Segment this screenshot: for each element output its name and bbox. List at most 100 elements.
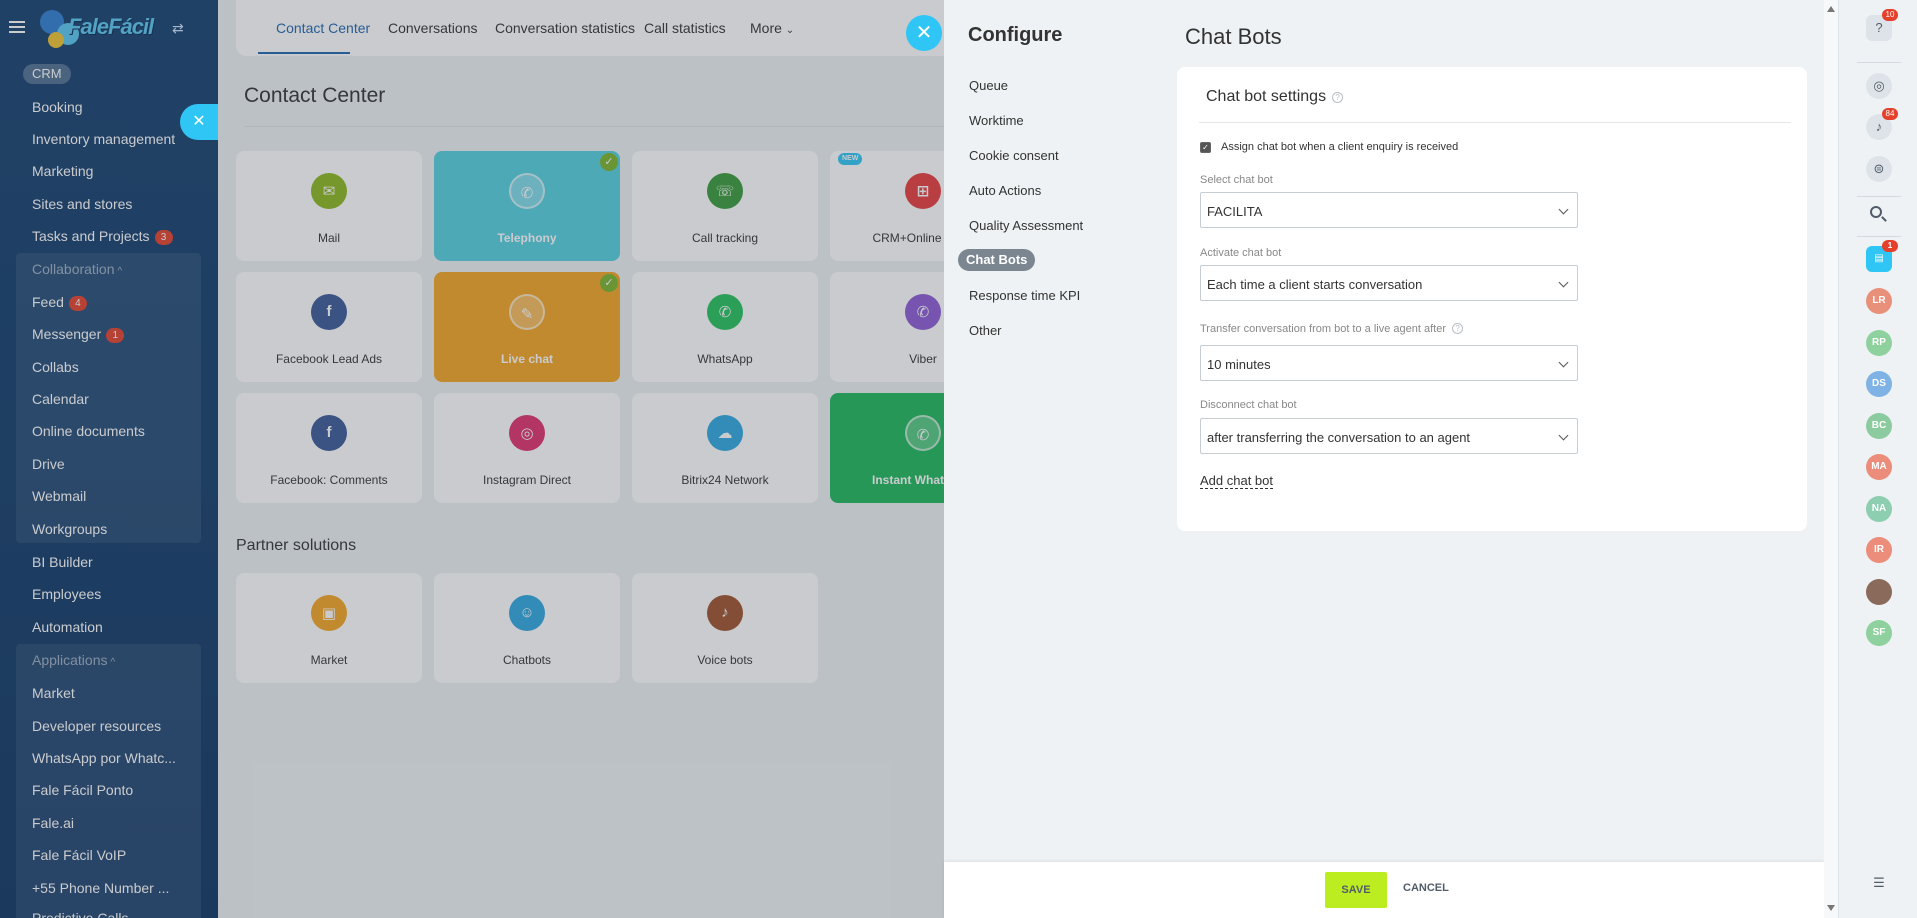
nav-item-phone-number[interactable]: +55 Phone Number ... xyxy=(32,879,169,897)
nav-item-bi-builder[interactable]: BI Builder xyxy=(32,553,93,571)
nav-item-booking[interactable]: Booking xyxy=(32,98,83,116)
nav-item-marketing[interactable]: Marketing xyxy=(32,162,93,180)
tab-conversation-statistics[interactable]: Conversation statistics xyxy=(495,20,635,36)
config-menu-quality-assessment[interactable]: Quality Assessment xyxy=(969,218,1083,233)
connector-glyph: ▣ xyxy=(321,605,337,622)
list-icon[interactable]: ☰ xyxy=(1866,870,1892,896)
connector-tile[interactable]: ♪ Voice bots xyxy=(632,573,818,683)
connector-glyph: ✆ xyxy=(718,304,732,321)
nav-item-webmail[interactable]: Webmail xyxy=(32,487,86,505)
contact-avatar[interactable]: IR xyxy=(1866,537,1892,563)
nav-item-fale-facil-ponto[interactable]: Fale Fácil Ponto xyxy=(32,781,133,799)
menu-icon[interactable] xyxy=(9,21,25,33)
contact-avatar[interactable]: LR xyxy=(1866,288,1892,314)
contact-avatar[interactable]: DS xyxy=(1866,371,1892,397)
connector-glyph: ☏ xyxy=(715,183,735,200)
nav-item-calendar[interactable]: Calendar xyxy=(32,390,89,408)
nav-item-feed[interactable]: Feed 4 xyxy=(32,293,87,311)
config-menu-other[interactable]: Other xyxy=(969,323,1002,338)
connector-glyph: ✆ xyxy=(520,185,534,202)
config-menu-response-time-kpi[interactable]: Response time KPI xyxy=(969,288,1080,303)
nav-item-employees[interactable]: Employees xyxy=(32,585,101,603)
nav-item-online-documents[interactable]: Online documents xyxy=(32,422,145,440)
connector-tile[interactable]: ✉ Mail xyxy=(236,151,422,261)
search-icon[interactable] xyxy=(1870,206,1882,218)
nav-item-workgroups[interactable]: Workgroups xyxy=(32,520,107,538)
help-icon[interactable]: ? xyxy=(1332,92,1344,103)
config-menu-auto-actions[interactable]: Auto Actions xyxy=(969,183,1041,198)
tab-more[interactable]: More ⌄ xyxy=(750,20,794,36)
nav-item-predictive-calls[interactable]: Predictive Calls xyxy=(32,909,128,918)
help-button[interactable]: ? 10 xyxy=(1866,9,1898,41)
contact-avatar[interactable]: MA xyxy=(1866,454,1892,480)
group-title-collaboration[interactable]: Collaboration ^ xyxy=(32,260,122,281)
assign-chat-bot-checkbox[interactable]: ✓ xyxy=(1200,142,1211,153)
chevron-up-icon: ^ xyxy=(117,266,123,277)
open-chat-icon[interactable]: ▤ 1 xyxy=(1866,240,1898,272)
tab-call-statistics[interactable]: Call statistics xyxy=(644,20,726,36)
close-slider-button[interactable]: ✕ xyxy=(906,15,942,51)
nav-item-label: Messenger xyxy=(32,326,102,342)
contact-avatar[interactable]: NA xyxy=(1866,495,1892,522)
connector-tile[interactable]: ▣ Market xyxy=(236,573,422,683)
connector-tile[interactable]: f Facebook: Comments xyxy=(236,393,422,503)
scroll-up-icon[interactable] xyxy=(1827,6,1835,12)
contact-avatar[interactable]: SF xyxy=(1866,620,1892,646)
add-chat-bot-link[interactable]: Add chat bot xyxy=(1200,473,1273,489)
config-menu-chat-bots[interactable]: Chat Bots xyxy=(958,249,1036,271)
target-icon[interactable]: ◎ xyxy=(1866,73,1892,99)
connector-label: Instant WhatsApp xyxy=(872,473,944,487)
nav-item-automation[interactable]: Automation xyxy=(32,618,103,636)
group-title-applications[interactable]: Applications ^ xyxy=(32,651,115,672)
scrollbar[interactable] xyxy=(1824,0,1838,918)
select-value: Each time a client starts conversation xyxy=(1207,277,1423,292)
transfer-time-dropdown[interactable]: 10 minutes xyxy=(1200,345,1578,381)
connector-tile[interactable]: ☁ Bitrix24 Network xyxy=(632,393,818,503)
notifications-bell-icon[interactable]: ♪ 84 xyxy=(1866,108,1898,140)
nav-item-collabs[interactable]: Collabs xyxy=(32,358,79,376)
swap-icon[interactable]: ⇄ xyxy=(172,20,184,37)
connector-tile[interactable]: ☏ Call tracking xyxy=(632,151,818,261)
config-menu-cookie-consent[interactable]: Cookie consent xyxy=(969,148,1059,163)
connector-tile[interactable]: ◎ Instagram Direct xyxy=(434,393,620,503)
nav-item-sites[interactable]: Sites and stores xyxy=(32,195,132,213)
tab-contact-center[interactable]: Contact Center xyxy=(276,20,370,36)
save-button[interactable]: SAVE xyxy=(1325,872,1387,908)
activate-chat-bot-dropdown[interactable]: Each time a client starts conversation xyxy=(1200,265,1578,301)
nav-item-drive[interactable]: Drive xyxy=(32,455,65,473)
nav-item-inventory[interactable]: Inventory management xyxy=(32,130,175,148)
contact-avatar[interactable] xyxy=(1866,578,1892,605)
connector-tile[interactable]: ⊞ CRM+Online Store NEW xyxy=(830,151,944,261)
connector-tile[interactable]: ✆ Telephony ✓ xyxy=(434,151,620,261)
contact-avatar[interactable]: RP xyxy=(1866,329,1892,356)
nav-item-messenger[interactable]: Messenger 1 xyxy=(32,325,125,343)
tab-conversations[interactable]: Conversations xyxy=(388,20,478,36)
nav-item-developer-resources[interactable]: Developer resources xyxy=(32,717,161,735)
contact-avatar[interactable]: BC xyxy=(1866,412,1892,439)
nav-item-fale-ai[interactable]: Fale.ai xyxy=(32,814,74,832)
nav-item-fale-facil-voip[interactable]: Fale Fácil VoIP xyxy=(32,846,126,864)
chat-search-icon[interactable]: ⊜ xyxy=(1866,156,1892,182)
connector-label: Bitrix24 Network xyxy=(681,473,769,487)
nav-item-crm[interactable]: CRM xyxy=(23,64,71,84)
connector-glyph: ♪ xyxy=(721,604,729,621)
select-chat-bot-dropdown[interactable]: FACILITA xyxy=(1200,192,1578,228)
scroll-down-icon[interactable] xyxy=(1827,905,1835,911)
connector-tile[interactable]: f Facebook Lead Ads xyxy=(236,272,422,382)
connector-icon: ☁ xyxy=(707,415,743,451)
connector-tile[interactable]: ✆ WhatsApp xyxy=(632,272,818,382)
nav-item-whatsapp-app[interactable]: WhatsApp por Whatc... xyxy=(32,749,176,767)
help-icon[interactable]: ? xyxy=(1452,323,1463,334)
connector-tile[interactable]: ☺ Chatbots xyxy=(434,573,620,683)
title-divider xyxy=(244,126,944,127)
collapse-tab-icon[interactable]: ✕ xyxy=(180,104,218,140)
nav-item-tasks[interactable]: Tasks and Projects 3 xyxy=(32,227,173,245)
nav-item-market[interactable]: Market xyxy=(32,684,75,702)
cancel-button[interactable]: CANCEL xyxy=(1403,882,1449,894)
connector-tile[interactable]: ✆ Instant WhatsApp xyxy=(830,393,944,503)
disconnect-chat-bot-dropdown[interactable]: after transferring the conversation to a… xyxy=(1200,418,1578,454)
connector-tile[interactable]: ✎ Live chat ✓ xyxy=(434,272,620,382)
connector-tile[interactable]: ✆ Viber xyxy=(830,272,944,382)
config-menu-queue[interactable]: Queue xyxy=(969,78,1008,93)
config-menu-worktime[interactable]: Worktime xyxy=(969,113,1024,128)
